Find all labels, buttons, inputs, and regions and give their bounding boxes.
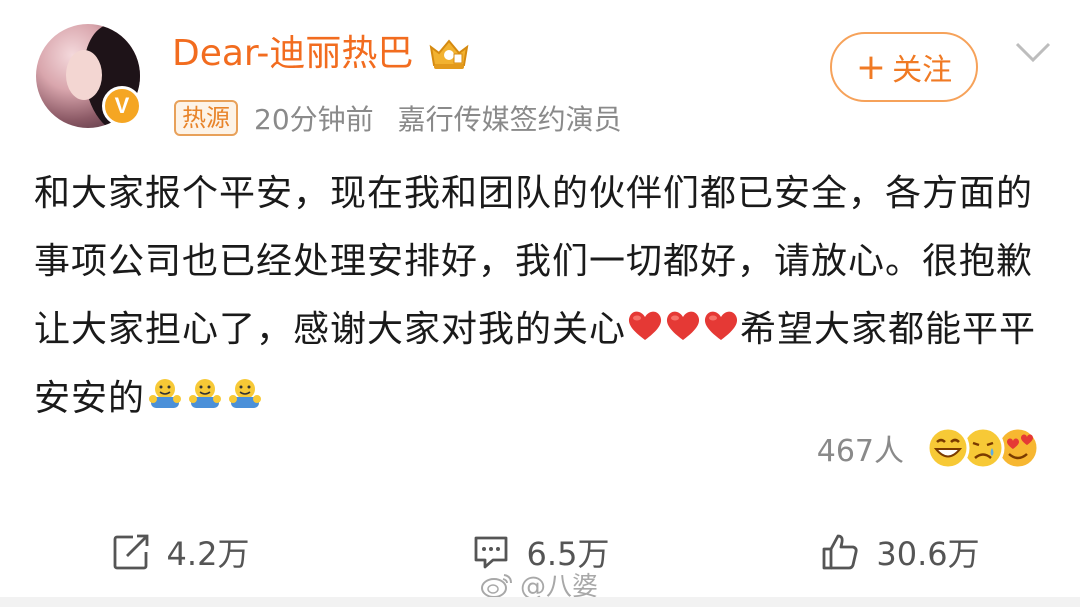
weibo-logo-icon xyxy=(481,573,512,598)
follow-label: 关注 xyxy=(892,53,953,88)
like-count: 30.6万 xyxy=(876,535,980,573)
repost-count: 4.2万 xyxy=(166,535,250,573)
like-button[interactable]: 30.6万 xyxy=(720,512,1080,592)
crown-icon xyxy=(430,39,469,69)
hug-emoji xyxy=(185,366,225,434)
repost-button[interactable]: 4.2万 xyxy=(0,512,360,592)
reactions-summary[interactable]: 467人 xyxy=(817,424,1042,472)
heart-emoji xyxy=(702,297,740,365)
username-row: Dear-迪丽热巴 xyxy=(172,30,471,78)
thumbs-up-icon xyxy=(822,534,858,570)
hug-emoji xyxy=(145,366,185,434)
heart-emoji xyxy=(626,297,664,365)
hug-emoji xyxy=(225,366,265,434)
follow-button[interactable]: + 关注 xyxy=(830,32,978,102)
post-content: 和大家报个平安，现在我和团队的伙伴们都已安全，各方面的事项公司也已经处理安排好，… xyxy=(34,160,1050,434)
hot-tag: 热源 xyxy=(174,100,238,136)
plus-icon: + xyxy=(855,46,887,88)
post-time: 20分钟前 xyxy=(254,103,374,136)
avatar[interactable]: V xyxy=(36,24,142,128)
user-description: 嘉行传媒签约演员 xyxy=(397,103,622,136)
reaction-count: 467人 xyxy=(816,434,904,469)
share-icon xyxy=(113,534,148,570)
reaction-icons xyxy=(924,424,1042,472)
laugh-icon xyxy=(926,426,970,470)
chevron-down-icon[interactable] xyxy=(1014,40,1052,64)
weibo-post: V Dear-迪丽热巴 热源 20分钟前 嘉行传媒签约演员 + 关注 和大家报个… xyxy=(0,0,1080,607)
heart-emoji xyxy=(664,297,702,365)
meta-row: 热源 20分钟前 嘉行传媒签约演员 xyxy=(174,98,622,138)
bottom-divider xyxy=(0,597,1080,607)
username[interactable]: Dear-迪丽热巴 xyxy=(172,30,413,78)
verified-badge-icon: V xyxy=(102,86,142,126)
